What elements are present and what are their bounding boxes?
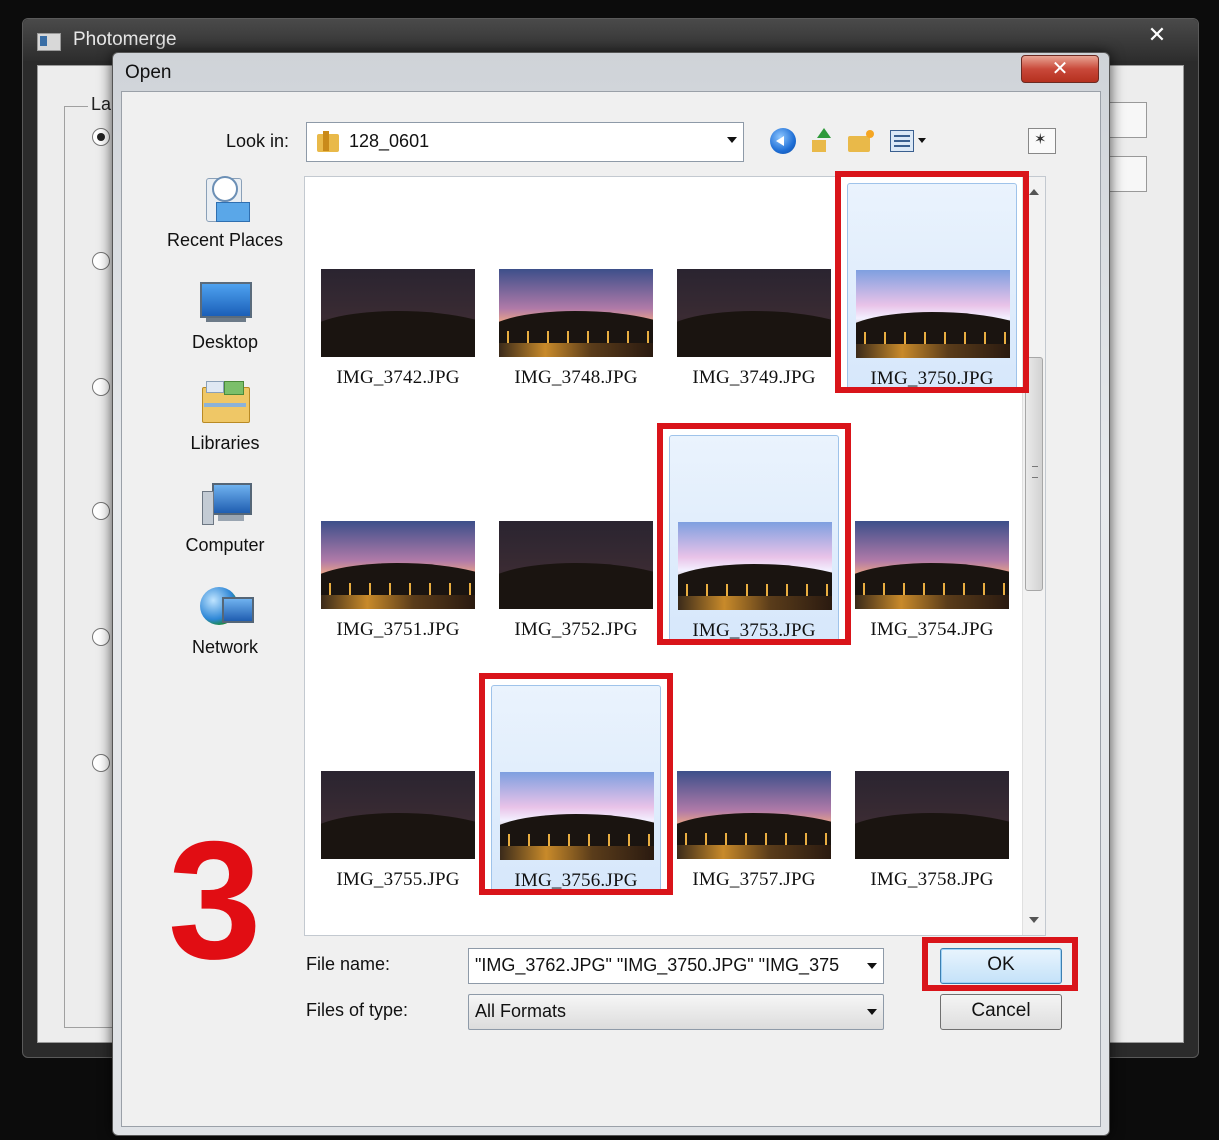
file-item[interactable]: IMG_3748.JPG bbox=[491, 183, 661, 393]
file-type-dropdown[interactable]: All Formats bbox=[468, 994, 884, 1030]
photomerge-close-button[interactable]: ✕ bbox=[1122, 21, 1192, 51]
look-in-label: Look in: bbox=[226, 131, 290, 151]
place-desktop[interactable]: Desktop bbox=[140, 278, 310, 378]
file-name-field[interactable]: "IMG_3762.JPG" "IMG_3750.JPG" "IMG_375 bbox=[468, 948, 884, 984]
file-thumbnail bbox=[321, 771, 475, 859]
step-number-annotation: 3 bbox=[168, 806, 262, 994]
selection-highlight-annotation bbox=[657, 423, 851, 645]
file-item[interactable]: IMG_3749.JPG bbox=[669, 183, 839, 393]
file-thumbnail bbox=[855, 521, 1009, 609]
file-name-text: IMG_3749.JPG bbox=[692, 367, 816, 388]
dialog-title: Open bbox=[125, 62, 172, 83]
file-name-text: IMG_3742.JPG bbox=[336, 367, 460, 388]
file-name-text: IMG_3752.JPG bbox=[514, 619, 638, 640]
selection-highlight-annotation bbox=[479, 673, 673, 895]
place-libraries[interactable]: Libraries bbox=[140, 379, 310, 479]
ok-highlight-annotation bbox=[922, 937, 1078, 991]
place-label: Network bbox=[191, 637, 258, 657]
layout-radio-3[interactable] bbox=[92, 378, 110, 396]
layout-radio-6[interactable] bbox=[92, 754, 110, 772]
file-name-value: "IMG_3762.JPG" "IMG_3750.JPG" "IMG_375 bbox=[475, 955, 840, 975]
file-type-label: Files of type: bbox=[306, 1000, 409, 1020]
dialog-client: Look in: 128_0601 Recent Places Desktop … bbox=[121, 91, 1101, 1127]
chevron-down-icon[interactable] bbox=[867, 1009, 877, 1015]
file-item[interactable]: IMG_3754.JPG bbox=[847, 435, 1017, 645]
file-thumbnail bbox=[321, 521, 475, 609]
network-icon bbox=[198, 583, 254, 633]
file-name-label: File name: bbox=[306, 954, 391, 974]
file-item[interactable]: IMG_3758.JPG bbox=[847, 685, 1017, 895]
file-name-text: IMG_3757.JPG bbox=[692, 869, 816, 890]
layout-radio-4[interactable] bbox=[92, 502, 110, 520]
file-type-value: All Formats bbox=[475, 1001, 567, 1021]
file-thumbnail bbox=[321, 269, 475, 357]
file-item[interactable]: IMG_3755.JPG bbox=[313, 685, 483, 895]
desktop-icon bbox=[198, 278, 252, 328]
scroll-up-icon[interactable] bbox=[1029, 189, 1039, 195]
place-label: Recent Places bbox=[166, 230, 284, 250]
place-label: Desktop bbox=[191, 332, 259, 352]
views-menu-icon[interactable] bbox=[890, 128, 928, 154]
layout-radio-1[interactable] bbox=[92, 128, 110, 146]
libraries-icon bbox=[198, 379, 252, 429]
file-name-text: IMG_3755.JPG bbox=[336, 869, 460, 890]
photomerge-app-icon bbox=[37, 33, 61, 51]
chevron-down-icon[interactable] bbox=[727, 137, 737, 143]
file-item[interactable]: IMG_3757.JPG bbox=[669, 685, 839, 895]
look-in-value: 128_0601 bbox=[349, 131, 430, 151]
file-name-text: IMG_3754.JPG bbox=[870, 619, 994, 640]
computer-icon bbox=[198, 481, 252, 531]
file-thumbnail bbox=[499, 269, 653, 357]
place-label: Libraries bbox=[190, 433, 260, 453]
photomerge-title: Photomerge bbox=[73, 29, 177, 50]
place-network[interactable]: Network bbox=[140, 583, 310, 683]
file-name-text: IMG_3758.JPG bbox=[870, 869, 994, 890]
look-in-dropdown[interactable]: 128_0601 bbox=[306, 122, 744, 162]
recent-places-icon bbox=[198, 176, 252, 226]
folder-icon bbox=[317, 131, 341, 153]
dialog-close-button[interactable]: ✕ bbox=[1021, 55, 1099, 83]
file-name-text: IMG_3751.JPG bbox=[336, 619, 460, 640]
place-computer[interactable]: Computer bbox=[140, 481, 310, 581]
file-name-text: IMG_3748.JPG bbox=[514, 367, 638, 388]
cancel-button[interactable]: Cancel bbox=[940, 994, 1062, 1030]
scroll-down-icon[interactable] bbox=[1029, 917, 1039, 923]
file-item[interactable]: IMG_3751.JPG bbox=[313, 435, 483, 645]
file-thumbnail bbox=[499, 521, 653, 609]
file-item[interactable]: IMG_3752.JPG bbox=[491, 435, 661, 645]
layout-group-label: La bbox=[88, 94, 115, 115]
file-thumbnail bbox=[677, 269, 831, 357]
file-thumbnail bbox=[855, 771, 1009, 859]
layout-radio-2[interactable] bbox=[92, 252, 110, 270]
file-thumbnail bbox=[677, 771, 831, 859]
back-icon[interactable] bbox=[770, 128, 796, 154]
up-folder-icon[interactable] bbox=[808, 128, 832, 154]
file-list-view[interactable]: IMG_3742.JPG IMG_3748.JPG IMG_3749.JPG IMG_… bbox=[304, 171, 1046, 936]
place-recent-places[interactable]: Recent Places bbox=[140, 176, 310, 276]
preview-icon[interactable] bbox=[1028, 128, 1056, 154]
place-label: Computer bbox=[185, 535, 265, 555]
file-item[interactable]: IMG_3742.JPG bbox=[313, 183, 483, 393]
open-dialog: Open ✕ Look in: 128_0601 Recent Places D… bbox=[112, 52, 1110, 1136]
layout-radio-5[interactable] bbox=[92, 628, 110, 646]
new-folder-icon[interactable] bbox=[848, 128, 878, 154]
selection-highlight-annotation bbox=[835, 171, 1029, 393]
chevron-down-icon[interactable] bbox=[867, 963, 877, 969]
